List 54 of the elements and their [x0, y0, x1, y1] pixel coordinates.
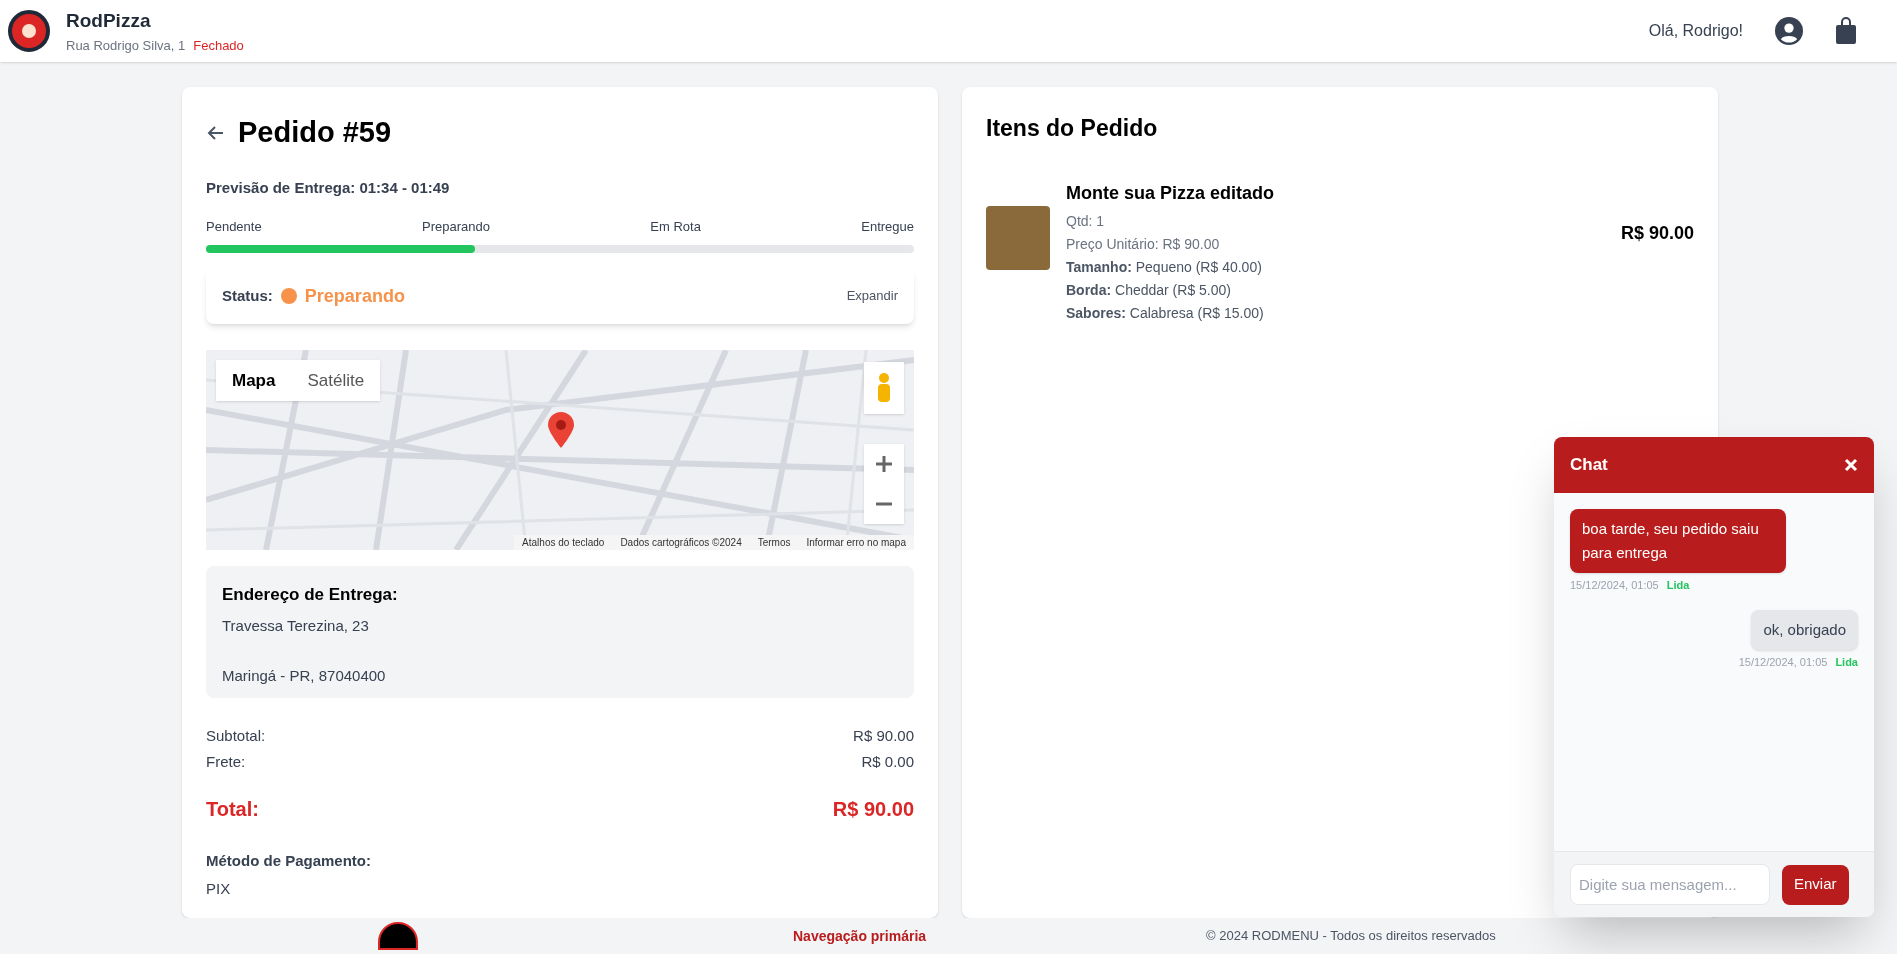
- status-value: Preparando: [304, 284, 405, 308]
- progress-step-label: Preparando: [422, 218, 490, 236]
- progress-step-label: Entregue: [861, 218, 914, 236]
- map-attribution-link[interactable]: Atalhos do teclado: [522, 534, 605, 550]
- item-total: R$ 90.00: [1620, 221, 1694, 245]
- delivery-estimate: Previsão de Entrega: 01:34 - 01:49: [206, 177, 451, 198]
- message-time: 15/12/2024, 01:05: [1738, 654, 1828, 670]
- footer-nav-title: Navegação primária: [793, 926, 927, 946]
- progress-step-label: Em Rota: [650, 218, 701, 236]
- store-address: Rua Rodrigo Silva, 1: [66, 36, 186, 55]
- order-title: Pedido #59: [238, 115, 392, 150]
- shipping-value: R$ 0.00: [861, 752, 914, 772]
- map-type-tab[interactable]: Mapa: [216, 359, 292, 401]
- message-input[interactable]: Digite sua mensagem...: [1570, 864, 1770, 905]
- item-name: Monte sua Pizza editado: [1066, 181, 1275, 205]
- address-line: Travessa Terezina, 23: [222, 616, 370, 636]
- pizza-photo-placeholder: [986, 205, 1050, 270]
- map-pin-icon: [548, 411, 574, 448]
- store-name: RodPizza: [66, 9, 152, 33]
- copyright-text: © 2024 RODMENU - Todos os direitos reservados: [1206, 927, 1496, 946]
- total-value: R$ 90.00: [832, 796, 914, 822]
- message-bubble: boa tarde, seu pedido saiu para entrega: [1570, 509, 1786, 573]
- status-label: Status:: [222, 285, 273, 306]
- user-icon[interactable]: [1775, 17, 1803, 45]
- progress-step-label: Pendente: [206, 218, 262, 236]
- payment-label: Método de Pagamento:: [206, 850, 372, 871]
- item-option: Tamanho: Pequeno (R$ 40.00): [1066, 256, 1275, 278]
- payment-value: PIX: [206, 879, 232, 899]
- read-receipt: Lida: [1835, 654, 1858, 670]
- map-attribution-link[interactable]: Informar erro no mapa: [806, 534, 906, 550]
- send-button[interactable]: Enviar: [1782, 864, 1849, 905]
- item-unit-price: Preço Unitário: R$ 90.00: [1066, 234, 1221, 254]
- map-attribution-link[interactable]: Termos: [757, 534, 791, 550]
- shopping-bag-icon[interactable]: [1835, 17, 1857, 45]
- total-label: Total:: [206, 796, 259, 822]
- items-title: Itens do Pedido: [986, 114, 1159, 143]
- map-type-tab[interactable]: Satélite: [291, 359, 381, 401]
- message-bubble: ok, obrigado: [1751, 609, 1858, 650]
- close-icon[interactable]: [1844, 458, 1858, 472]
- store-status: Fechado: [193, 36, 244, 55]
- read-receipt: Lida: [1666, 578, 1690, 593]
- item-option: Borda: Cheddar (R$ 5.00): [1066, 279, 1275, 301]
- address-title: Endereço de Entrega:: [222, 583, 399, 606]
- shipping-label: Frete:: [206, 752, 246, 772]
- item-option: Sabores: Calabresa (R$ 15.00): [1066, 302, 1275, 324]
- subtotal-label: Subtotal:: [206, 725, 266, 746]
- chat-title: Chat: [1570, 454, 1608, 477]
- greeting: Olá, Rodrigo!: [1648, 21, 1743, 41]
- expand-button[interactable]: Expandir: [846, 286, 898, 306]
- subtotal-value: R$ 90.00: [853, 725, 914, 746]
- address-line: Maringá - PR, 87040400: [222, 665, 387, 686]
- item-quantity: Qtd: 1: [1066, 211, 1106, 231]
- map-attribution-link[interactable]: Dados cartográficos ©2024: [620, 534, 742, 550]
- message-time: 15/12/2024, 01:05: [1570, 578, 1659, 593]
